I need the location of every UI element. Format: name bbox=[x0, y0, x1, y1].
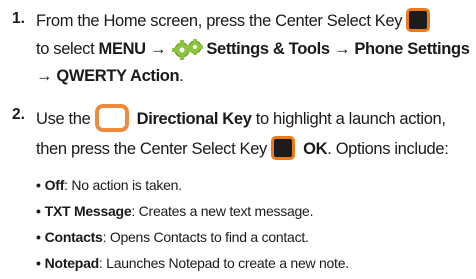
arrow: → bbox=[36, 67, 57, 85]
step-number: 2. bbox=[12, 106, 25, 123]
step-text: to highlight a launch action, bbox=[251, 110, 446, 128]
option-name: TXT Message bbox=[44, 203, 132, 219]
step-1-line-2: to select MENU → Settings & Tools → Phon… bbox=[36, 38, 470, 60]
step-number: 1. bbox=[12, 10, 25, 27]
option-name: Contacts bbox=[44, 229, 103, 245]
arrow: → bbox=[329, 40, 355, 58]
center-select-key-icon bbox=[271, 136, 296, 160]
directional-key-label: Directional Key bbox=[136, 110, 252, 128]
directional-key-icon bbox=[94, 104, 129, 132]
list-item: • Contacts: Opens Contacts to find a cont… bbox=[36, 229, 309, 245]
step-text: . Options include: bbox=[327, 140, 449, 158]
arrow: → bbox=[145, 40, 171, 58]
step-text: then press the Center Select Key bbox=[36, 140, 272, 158]
qwerty-action-label: QWERTY Action bbox=[56, 67, 180, 85]
center-select-key-icon bbox=[406, 8, 431, 32]
step-text: . bbox=[179, 67, 184, 85]
option-desc: : Opens Contacts to find a contact. bbox=[102, 229, 309, 245]
settings-tools-label: Settings & Tools bbox=[206, 40, 330, 58]
list-item: • TXT Message: Creates a new text message… bbox=[36, 203, 313, 219]
option-desc: : No action is taken. bbox=[64, 177, 182, 193]
option-desc: : Creates a new text message. bbox=[131, 203, 314, 219]
step-text: Use the bbox=[36, 110, 95, 128]
phone-settings-label: Phone Settings bbox=[354, 40, 470, 58]
settings-tools-gear-icon bbox=[172, 39, 204, 60]
step-text: From the Home screen, press the Center S… bbox=[36, 12, 403, 30]
list-item: • Off: No action is taken. bbox=[36, 177, 182, 193]
list-item: • Notepad: Launches Notepad to create a n… bbox=[36, 255, 349, 271]
step-2-line-2: then press the Center Select Key OK. Opt… bbox=[36, 136, 449, 160]
step-1-line-1: From the Home screen, press the Center S… bbox=[36, 8, 431, 32]
ok-label: OK bbox=[303, 140, 328, 158]
option-name: Off bbox=[44, 177, 65, 193]
bullet-dot: • bbox=[36, 203, 41, 219]
bullet-dot: • bbox=[36, 229, 41, 245]
bullet-dot: • bbox=[36, 255, 41, 271]
option-desc: : Launches Notepad to create a new note. bbox=[98, 255, 349, 271]
step-text: to select bbox=[36, 40, 99, 58]
option-name: Notepad bbox=[44, 255, 100, 271]
menu-label: MENU bbox=[98, 40, 147, 58]
instruction-document: 1. From the Home screen, press the Cente… bbox=[0, 0, 476, 279]
step-1-line-3: → QWERTY Action. bbox=[36, 66, 184, 86]
step-2-line-1: Use the Directional Key to highlight a l… bbox=[36, 104, 446, 132]
bullet-dot: • bbox=[36, 177, 41, 193]
